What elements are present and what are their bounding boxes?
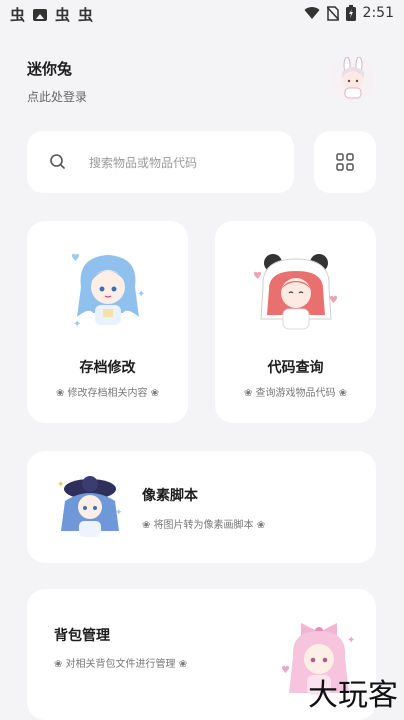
svg-text:♥: ♥ — [71, 253, 80, 264]
avatar-illustration — [330, 56, 376, 102]
pixel-script-title: 像素脚本 — [142, 488, 198, 504]
save-edit-title: 存档修改 — [79, 360, 136, 376]
login-link[interactable]: 点此处登录 — [27, 88, 87, 105]
app-name: 迷你兔 — [27, 60, 73, 78]
no-sim-icon — [326, 5, 339, 21]
svg-text:✦: ✦ — [115, 508, 123, 518]
code-lookup-title: 代码查询 — [267, 360, 324, 376]
svg-text:♥: ♥ — [281, 665, 290, 676]
svg-text:✦: ✦ — [73, 319, 81, 330]
watermark-logo: 大玩客 — [308, 678, 398, 713]
avatar[interactable] — [330, 56, 376, 102]
svg-text:✦: ✦ — [137, 289, 145, 300]
grid-icon — [336, 153, 354, 171]
chibi-panda-hood-illustration: ♥ ♥ — [253, 254, 338, 330]
wifi-icon — [304, 6, 320, 19]
pixel-script-subtitle: ❀ 将图片转为像素画脚本 ❀ — [142, 520, 266, 531]
battery-charging-icon — [345, 5, 356, 21]
svg-text:♥: ♥ — [329, 295, 338, 306]
chibi-witch-hat-illustration: ✦ ✦ — [57, 476, 123, 537]
pixel-script-card[interactable]: ✦ ✦ 像素脚本 ❀ 将图片转为像素画脚本 ❀ — [27, 451, 376, 563]
code-lookup-card[interactable]: ♥ ♥ 代码查询 ❀ 查询游戏物品代码 ❀ — [215, 221, 376, 423]
app-notification-icon: 虫 — [55, 6, 71, 24]
save-edit-subtitle: ❀ 修改存档相关内容 ❀ — [55, 388, 160, 399]
svg-text:✦: ✦ — [347, 635, 355, 646]
clock: 2:51 — [362, 5, 394, 21]
chibi-blue-hair-illustration: ♥ ✦ ✦ — [71, 253, 145, 330]
svg-text:✦: ✦ — [57, 480, 65, 490]
search-bar[interactable] — [27, 131, 294, 193]
image-notification-icon — [33, 9, 48, 21]
menu-grid-button[interactable] — [314, 131, 376, 193]
app-notification-icon: 虫 — [10, 6, 26, 24]
bag-manage-subtitle: ❀ 对相关背包文件进行管理 ❀ — [54, 659, 188, 670]
status-bar: 虫 虫 虫 2:51 — [0, 0, 404, 30]
search-icon — [50, 154, 65, 169]
search-input[interactable] — [87, 151, 281, 175]
save-edit-card[interactable]: ♥ ✦ ✦ 存档修改 ❀ 修改存档相关内容 ❀ — [27, 221, 188, 423]
code-lookup-subtitle: ❀ 查询游戏物品代码 ❀ — [243, 388, 348, 399]
app-notification-icon: 虫 — [78, 6, 94, 24]
bag-manage-title: 背包管理 — [54, 628, 110, 644]
svg-text:♥: ♥ — [253, 271, 262, 282]
